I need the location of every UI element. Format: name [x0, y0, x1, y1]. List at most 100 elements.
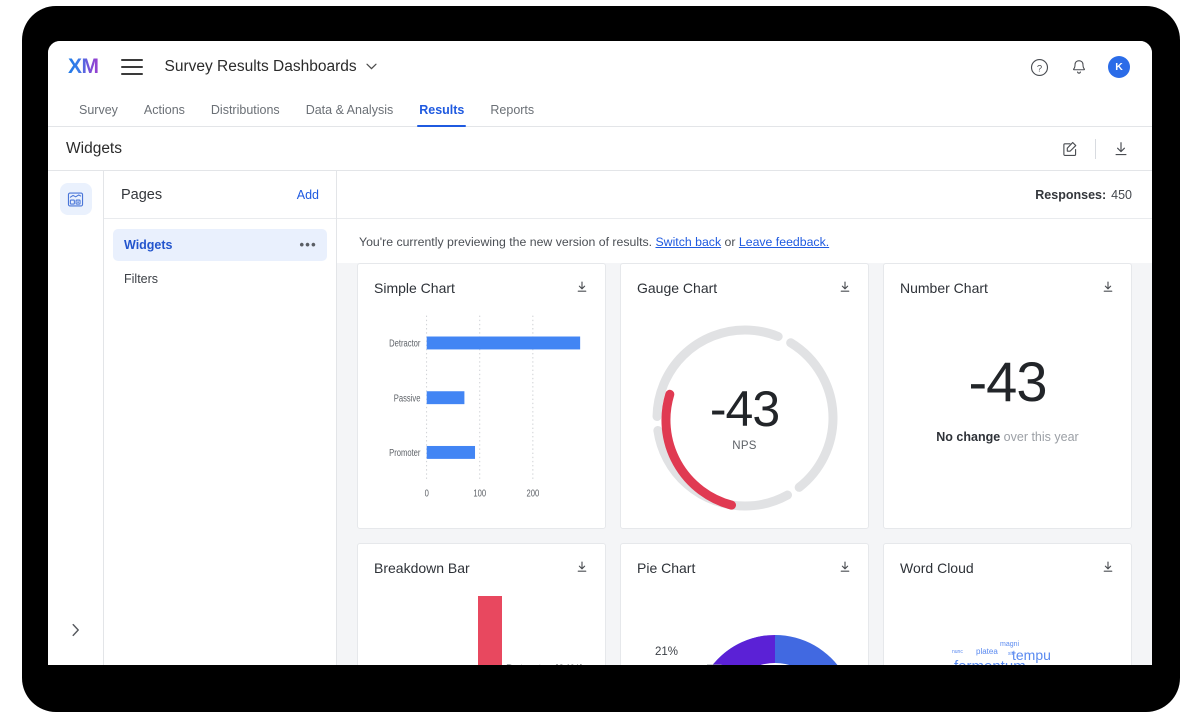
pie-slice-label: 21% [655, 646, 678, 658]
sidebar-item-label: Widgets [124, 238, 173, 252]
tab-distributions[interactable]: Distributions [198, 103, 293, 126]
widget-header: Breakdown Bar [374, 560, 589, 579]
gauge-arc [642, 315, 848, 521]
tab-actions[interactable]: Actions [131, 103, 198, 126]
main-content: Responses: 450 You're currently previewi… [337, 171, 1152, 665]
widget-body: 0100200DetractorPassivePromoter [374, 299, 589, 513]
page-title-bar: Widgets [48, 127, 1152, 171]
responses-row: Responses: 450 [337, 171, 1152, 219]
bar [427, 446, 475, 459]
widget-body: -43 NPS [637, 299, 852, 529]
responses-count: 450 [1111, 188, 1132, 202]
number-value: -43 [969, 354, 1047, 410]
widget-header: Simple Chart [374, 280, 589, 299]
pages-list: Widgets ••• Filters [104, 219, 336, 297]
widget-body: -43 No change over this year [900, 299, 1115, 513]
add-page-button[interactable]: Add [297, 188, 319, 202]
widget-body: fermentum tempu platea magni nunc sit [900, 579, 1115, 665]
tab-data-and-analysis[interactable]: Data & Analysis [293, 103, 407, 126]
pie-donut [659, 599, 869, 665]
banner-text: You're currently previewing the new vers… [359, 235, 655, 249]
widget-header: Pie Chart [637, 560, 852, 579]
leave-feedback-link[interactable]: Leave feedback. [739, 235, 829, 249]
dashboard-widget-icon[interactable] [60, 183, 92, 215]
x-axis-tick-label: 100 [473, 487, 486, 498]
left-rail [48, 171, 104, 665]
hamburger-menu-icon[interactable] [121, 59, 143, 75]
widget-gauge-chart: Gauge Chart [620, 263, 869, 529]
sidebar-item-widgets[interactable]: Widgets ••• [113, 229, 327, 261]
download-icon[interactable] [1110, 138, 1132, 160]
top-bar: XM Survey Results Dashboards ? [48, 41, 1152, 93]
tab-reports[interactable]: Reports [477, 103, 547, 126]
widget-title: Pie Chart [637, 560, 695, 576]
number-change-bold: No change [936, 430, 1000, 444]
pages-title: Pages [121, 187, 162, 203]
pages-header: Pages Add [104, 171, 336, 219]
widget-breakdown-bar: Breakdown Bar Detractor [357, 543, 606, 665]
download-icon[interactable] [838, 560, 852, 579]
y-axis-category-label: Promoter [389, 447, 420, 458]
xm-logo[interactable]: XM [68, 55, 99, 79]
breakdown-bar-label: Detractor (64%) [506, 663, 584, 665]
widget-title: Word Cloud [900, 560, 974, 576]
action-divider [1095, 139, 1096, 159]
bar [427, 391, 465, 404]
download-icon[interactable] [575, 560, 589, 579]
wordcloud-word: platea [976, 647, 998, 656]
page-title: Widgets [66, 140, 122, 158]
avatar[interactable]: K [1108, 56, 1130, 78]
widget-header: Word Cloud [900, 560, 1115, 579]
download-icon[interactable] [575, 280, 589, 299]
widgets-grid: Simple Chart 0100200DetractorPassivePro [337, 263, 1152, 665]
number-change-text: No change over this year [936, 430, 1078, 444]
widget-title: Simple Chart [374, 280, 455, 296]
chevron-right-icon[interactable] [48, 623, 103, 637]
top-bar-actions: ? K [1028, 56, 1130, 78]
banner-text-middle: or [721, 235, 739, 249]
bell-icon[interactable] [1068, 56, 1090, 78]
wordcloud-word: nunc [952, 649, 963, 655]
download-icon[interactable] [838, 280, 852, 299]
main-nav-tabs: Survey Actions Distributions Data & Anal… [48, 93, 1152, 127]
project-chevron-down-icon[interactable] [366, 59, 377, 73]
download-icon[interactable] [1101, 560, 1115, 579]
tab-survey[interactable]: Survey [68, 103, 131, 126]
widget-pie-chart: Pie Chart [620, 543, 869, 665]
widget-header: Gauge Chart [637, 280, 852, 299]
widget-simple-chart: Simple Chart 0100200DetractorPassivePro [357, 263, 606, 529]
y-axis-category-label: Detractor [389, 338, 420, 349]
app-body: Pages Add Widgets ••• Filters Responses: [48, 171, 1152, 665]
widget-title: Gauge Chart [637, 280, 717, 296]
project-title: Survey Results Dashboards [165, 58, 357, 76]
widget-body: 21% [637, 579, 852, 665]
sidebar-item-filters[interactable]: Filters [113, 263, 327, 295]
download-icon[interactable] [1101, 280, 1115, 299]
widget-title: Number Chart [900, 280, 988, 296]
widget-title: Breakdown Bar [374, 560, 470, 576]
tab-results[interactable]: Results [406, 103, 477, 126]
x-axis-tick-label: 200 [527, 487, 540, 498]
widget-header: Number Chart [900, 280, 1115, 299]
widget-word-cloud: Word Cloud fermentum temp [883, 543, 1132, 665]
pages-panel: Pages Add Widgets ••• Filters [104, 171, 337, 665]
switch-back-link[interactable]: Switch back [655, 235, 721, 249]
simple-bar-chart: 0100200DetractorPassivePromoter [374, 299, 589, 513]
widget-body: Detractor (64%) [374, 579, 589, 665]
breakdown-bar-segment [478, 596, 502, 665]
y-axis-category-label: Passive [394, 392, 421, 403]
screenshot-root: XM Survey Results Dashboards ? [0, 0, 1200, 718]
preview-banner: You're currently previewing the new vers… [337, 219, 1152, 263]
page-actions [1059, 138, 1132, 160]
responses-label: Responses: [1035, 188, 1106, 202]
number-display: -43 No change over this year [900, 299, 1115, 513]
number-change-rest: over this year [1000, 430, 1079, 444]
bar [427, 337, 580, 350]
wordcloud-word: sit [1008, 651, 1013, 657]
browser-window: XM Survey Results Dashboards ? [48, 41, 1152, 665]
sidebar-item-label: Filters [124, 272, 158, 286]
widget-number-chart: Number Chart -43 [883, 263, 1132, 529]
edit-square-icon[interactable] [1059, 138, 1081, 160]
help-circle-icon[interactable]: ? [1028, 56, 1050, 78]
wordcloud-word: magni [1000, 641, 1019, 648]
